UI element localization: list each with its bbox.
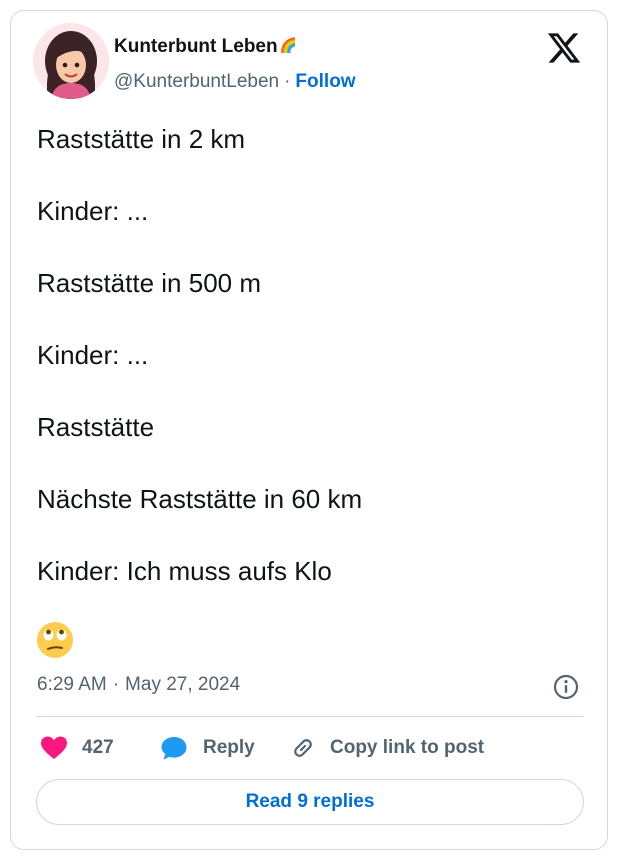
- handle-row: @KunterbuntLeben · Follow: [114, 71, 356, 93]
- link-icon: [288, 733, 318, 763]
- post-date[interactable]: May 27, 2024: [125, 674, 240, 695]
- tweet-text: Raststätte in 2 km Kinder: ... Raststätt…: [37, 121, 577, 625]
- follow-link[interactable]: Follow: [295, 71, 355, 92]
- tweet-line: Raststätte in 500 m: [37, 268, 261, 298]
- x-logo-icon[interactable]: [546, 30, 582, 66]
- tweet-line: Kinder: ...: [37, 196, 149, 226]
- post-time[interactable]: 6:29 AM: [37, 674, 107, 695]
- reply-bubble-icon: [160, 735, 188, 761]
- action-bar: 427 Reply Copy link to post: [36, 730, 584, 766]
- tweet-line: Raststätte: [37, 412, 155, 442]
- author-name-text[interactable]: Kunterbunt Leben: [114, 36, 278, 57]
- copy-link-label: Copy link to post: [330, 737, 485, 758]
- name-badge-icon: 🌈: [279, 37, 298, 53]
- tweet-line: Kinder: Ich muss aufs Klo: [37, 556, 332, 586]
- timestamp-separator: ·: [112, 674, 120, 695]
- info-icon[interactable]: [552, 673, 580, 701]
- tweet-line: Nächste Raststätte in 60 km: [37, 484, 363, 514]
- handle-separator: ·: [284, 71, 291, 92]
- author-name[interactable]: Kunterbunt Leben 🌈: [114, 36, 297, 58]
- author-handle[interactable]: @KunterbuntLeben: [114, 71, 279, 92]
- tweet-line: Kinder: ...: [37, 340, 149, 370]
- copy-link-button[interactable]: Copy link to post: [288, 730, 484, 766]
- tweet-line: Raststätte in 2 km: [37, 124, 246, 154]
- reply-button[interactable]: Reply: [160, 730, 255, 766]
- heart-icon: [40, 735, 68, 761]
- timestamp[interactable]: 6:29 AM · May 27, 2024: [37, 674, 240, 696]
- like-count: 427: [82, 737, 114, 758]
- rolling-eyes-emoji-icon: [35, 620, 75, 660]
- like-button[interactable]: 427: [40, 730, 114, 766]
- avatar[interactable]: [33, 23, 109, 99]
- divider: [36, 716, 584, 717]
- read-replies-label: Read 9 replies: [245, 791, 375, 812]
- reply-label: Reply: [203, 737, 255, 758]
- read-replies-button[interactable]: Read 9 replies: [36, 779, 584, 825]
